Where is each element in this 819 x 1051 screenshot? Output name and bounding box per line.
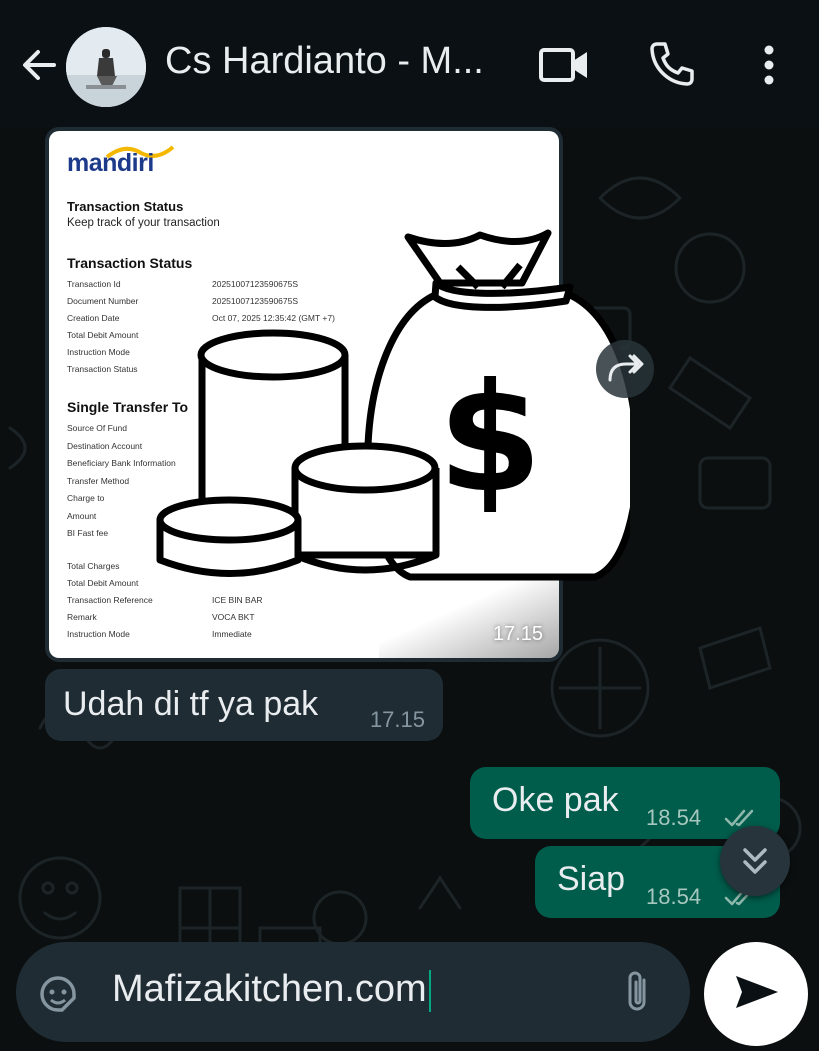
- incoming-message[interactable]: Udah di tf ya pak 17.15: [45, 669, 443, 741]
- text-caret: [428, 969, 431, 1012]
- video-call-icon[interactable]: [538, 42, 590, 88]
- receipt-row-label: Instruction Mode: [67, 347, 130, 357]
- contact-name[interactable]: Cs Hardianto - M...: [165, 40, 515, 83]
- money-bag-coins-icon: $: [156, 229, 630, 581]
- phone-icon[interactable]: [648, 40, 696, 88]
- chat-header: Cs Hardianto - M...: [0, 0, 819, 128]
- back-arrow-icon[interactable]: [18, 44, 60, 86]
- receipt-title: Transaction Status: [67, 199, 184, 214]
- message-input-value: Mafizakitchen.com: [112, 968, 427, 1010]
- receipt-row-label: Transfer Method: [67, 475, 130, 486]
- message-text: Oke pak: [492, 781, 619, 819]
- receipt-row-label: Transaction Status: [67, 364, 138, 374]
- receipt-row-label: Creation Date: [67, 313, 120, 323]
- send-icon: [736, 976, 778, 1008]
- receipt-row-label: Total Debit Amount: [67, 330, 139, 340]
- receipt-row-label: Source Of Fund: [67, 423, 128, 433]
- message-time: 18.54: [646, 884, 702, 909]
- receipt-row-label: Instruction Mode: [67, 629, 130, 639]
- sticker-icon[interactable]: [36, 972, 80, 1016]
- scroll-to-bottom-button[interactable]: [720, 826, 790, 896]
- receipt-row-label: Document Number: [67, 296, 139, 306]
- message-time: 17.15: [369, 707, 425, 732]
- receipt-row-label: Transaction Reference: [67, 595, 153, 605]
- receipt-row-label: Remark: [67, 612, 97, 622]
- message-text: Siap: [557, 860, 626, 898]
- image-time: 17.15: [492, 623, 543, 645]
- receipt-row-label: Total Charges: [67, 561, 120, 571]
- mandiri-logo: mandiri: [67, 149, 154, 177]
- avatar-photo: [66, 27, 146, 107]
- receipt-row-label: BI Fast fee: [67, 528, 109, 538]
- scroll-down-icon: [743, 848, 767, 874]
- dollar-sign: $: [438, 352, 542, 526]
- receipt-row-label: Destination Account: [67, 440, 143, 451]
- send-button[interactable]: [704, 942, 808, 1046]
- forward-button[interactable]: [596, 340, 654, 398]
- receipt-row-value: VOCA BKT: [212, 612, 255, 622]
- more-vert-icon[interactable]: [756, 42, 782, 88]
- message-composer[interactable]: Mafizakitchen.com: [16, 942, 690, 1042]
- message-time: 18.54: [646, 805, 702, 830]
- attach-icon[interactable]: [620, 968, 656, 1016]
- forward-icon: [608, 354, 644, 382]
- receipt-row-label: Charge to: [67, 493, 105, 503]
- message-text: Udah di tf ya pak: [63, 685, 319, 723]
- contact-avatar[interactable]: [66, 27, 146, 107]
- receipt-row-label: Total Debit Amount: [67, 578, 139, 588]
- message-input[interactable]: Mafizakitchen.com: [112, 968, 431, 1012]
- receipt-row-label: Amount: [67, 510, 97, 521]
- receipt-row-value: ICE BIN BAR: [212, 595, 263, 605]
- receipt-row-label: Transaction Id: [67, 279, 121, 289]
- receipt-row-value: Immediate: [212, 629, 252, 639]
